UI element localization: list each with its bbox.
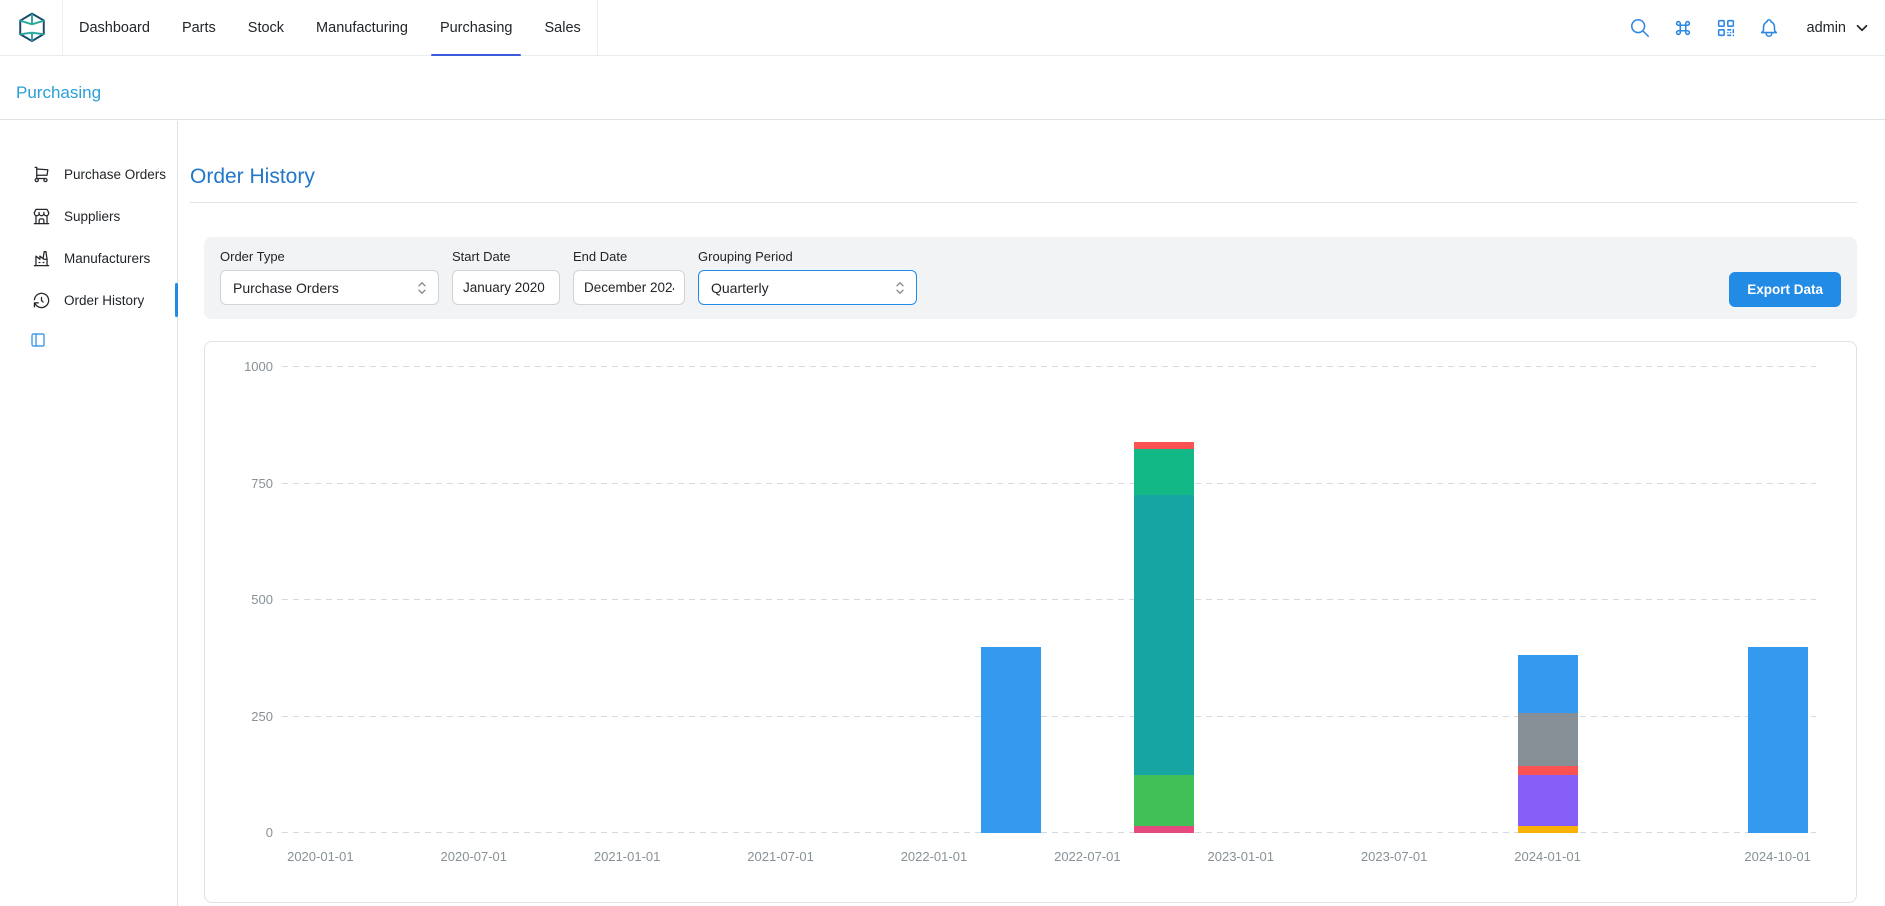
grouping-period-select[interactable]: Quarterly — [698, 270, 917, 305]
sidebar-item-label: Purchase Orders — [64, 167, 166, 182]
breadcrumb: Purchasing — [0, 56, 1885, 120]
y-tick-label: 250 — [205, 709, 273, 724]
sidebar-item-purchase-orders[interactable]: Purchase Orders — [0, 154, 177, 194]
shopping-cart-icon — [32, 165, 51, 184]
chart-y-axis: 0 250 500 750 1000 — [205, 342, 273, 902]
filter-panel: Order Type Purchase Orders Start Date En… — [204, 237, 1857, 319]
chevron-down-icon — [1853, 19, 1871, 37]
x-tick-label: 2023-01-01 — [1208, 849, 1275, 864]
grouping-period-filter: Grouping Period Quarterly — [698, 249, 917, 305]
grouping-period-value: Quarterly — [711, 280, 769, 296]
page-title: Order History — [190, 165, 1857, 189]
bar-segment — [1134, 495, 1194, 775]
tab-sales[interactable]: Sales — [528, 0, 596, 55]
gridline — [282, 483, 1816, 484]
bar-segment — [981, 647, 1041, 833]
x-tick-label: 2021-01-01 — [594, 849, 661, 864]
start-date-label: Start Date — [452, 249, 560, 264]
order-type-filter: Order Type Purchase Orders — [220, 249, 439, 305]
user-menu[interactable]: admin — [1807, 19, 1872, 37]
y-tick-label: 0 — [205, 825, 273, 840]
start-date-filter: Start Date — [452, 249, 560, 305]
title-divider — [190, 202, 1857, 203]
history-icon — [32, 291, 51, 310]
bar-segment — [1134, 826, 1194, 833]
sidebar-item-manufacturers[interactable]: Manufacturers — [0, 238, 177, 278]
tab-purchasing[interactable]: Purchasing — [424, 0, 529, 55]
factory-icon — [32, 249, 51, 268]
x-tick-label: 2024-01-01 — [1514, 849, 1581, 864]
y-tick-label: 750 — [205, 476, 273, 491]
x-tick-label: 2022-01-01 — [901, 849, 968, 864]
sidebar-item-suppliers[interactable]: Suppliers — [0, 196, 177, 236]
x-tick-label: 2022-07-01 — [1054, 849, 1121, 864]
bar-segment — [1518, 766, 1578, 774]
selector-icon — [413, 279, 431, 297]
chart-plot — [282, 367, 1816, 833]
main-nav-tabs: Dashboard Parts Stock Manufacturing Purc… — [62, 0, 598, 55]
bar-segment — [1134, 442, 1194, 449]
export-data-button[interactable]: Export Data — [1729, 272, 1841, 307]
gridline — [282, 599, 1816, 600]
chart-bar — [1134, 442, 1194, 833]
sidebar-item-order-history[interactable]: Order History — [0, 280, 177, 320]
bar-segment — [1748, 647, 1808, 833]
sidebar-item-label: Suppliers — [64, 209, 120, 224]
bar-segment — [1518, 713, 1578, 767]
order-type-label: Order Type — [220, 249, 439, 264]
search-icon[interactable] — [1629, 17, 1651, 39]
chart-bar — [981, 647, 1041, 833]
building-store-icon — [32, 207, 51, 226]
qr-code-icon[interactable] — [1715, 17, 1737, 39]
bar-segment — [1518, 775, 1578, 826]
end-date-label: End Date — [573, 249, 685, 264]
grouping-period-label: Grouping Period — [698, 249, 917, 264]
bar-segment — [1518, 655, 1578, 713]
end-date-input[interactable] — [573, 270, 685, 305]
tab-parts[interactable]: Parts — [166, 0, 232, 55]
top-navbar: Dashboard Parts Stock Manufacturing Purc… — [0, 0, 1885, 56]
chart-bar — [1518, 655, 1578, 833]
order-type-value: Purchase Orders — [233, 280, 339, 296]
gridline — [282, 716, 1816, 717]
sidebar: Purchase Orders Suppliers Manufacturers — [0, 121, 178, 906]
tab-stock[interactable]: Stock — [232, 0, 300, 55]
sidebar-collapse-icon[interactable] — [30, 332, 46, 348]
main-content: Order History Order Type Purchase Orders… — [178, 121, 1885, 906]
x-tick-label: 2020-07-01 — [441, 849, 508, 864]
username: admin — [1807, 20, 1847, 36]
sidebar-item-label: Manufacturers — [64, 251, 150, 266]
tab-manufacturing[interactable]: Manufacturing — [300, 0, 424, 55]
y-tick-label: 500 — [205, 592, 273, 607]
order-type-select[interactable]: Purchase Orders — [220, 270, 439, 305]
end-date-filter: End Date — [573, 249, 685, 305]
sidebar-item-label: Order History — [64, 293, 144, 308]
start-date-input[interactable] — [452, 270, 560, 305]
bell-icon[interactable] — [1758, 17, 1780, 39]
command-icon[interactable] — [1672, 17, 1694, 39]
bar-segment — [1518, 826, 1578, 833]
navbar-actions: admin — [1629, 17, 1872, 39]
x-tick-label: 2024-10-01 — [1744, 849, 1811, 864]
bar-segment — [1134, 775, 1194, 826]
y-tick-label: 1000 — [205, 359, 273, 374]
breadcrumb-purchasing[interactable]: Purchasing — [16, 83, 101, 103]
x-tick-label: 2020-01-01 — [287, 849, 354, 864]
gridline — [282, 366, 1816, 367]
chart-bar — [1748, 647, 1808, 833]
tab-dashboard[interactable]: Dashboard — [63, 0, 166, 55]
gridline — [282, 832, 1816, 833]
selector-icon — [891, 279, 909, 297]
x-tick-label: 2021-07-01 — [747, 849, 814, 864]
chart-x-axis: 2020-01-01 2020-07-01 2021-01-01 2021-07-01… — [282, 849, 1816, 869]
inventree-logo[interactable] — [16, 11, 48, 45]
chart-panel: 0 250 500 750 1000 2020-01-01 2020-07-01 2021-… — [204, 341, 1857, 903]
x-tick-label: 2023-07-01 — [1361, 849, 1428, 864]
bar-segment — [1134, 449, 1194, 496]
